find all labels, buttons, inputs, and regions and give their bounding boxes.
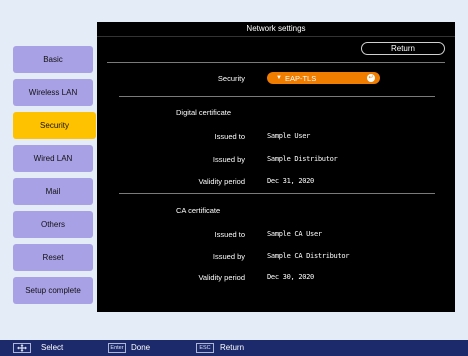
return-button-label: Return — [390, 44, 415, 53]
esc-key-icon: ESC — [196, 343, 214, 353]
validity-period-label: Validity period — [198, 177, 245, 186]
done-hint-label: Done — [131, 343, 151, 352]
sidebar-item-others[interactable]: Others — [13, 211, 93, 238]
bottom-help-bar: Select Enter Done ESC Return — [0, 340, 468, 356]
issued-by-label: Issued by — [212, 155, 245, 164]
network-settings-panel: Network settings Return Security ▼ EAP-T… — [97, 22, 455, 312]
sidebar-item-label: Wired LAN — [33, 154, 73, 163]
ca-validity-period-value: Dec 30, 2020 — [267, 273, 314, 281]
security-label: Security — [217, 74, 245, 83]
panel-title: Network settings — [246, 24, 306, 33]
enter-circle-icon: ↵ — [367, 74, 375, 82]
sidebar-item-label: Wireless LAN — [28, 88, 78, 97]
sidebar-item-label: Others — [40, 220, 65, 229]
validity-period-value: Dec 31, 2020 — [267, 177, 314, 185]
return-hint-label: Return — [220, 343, 245, 352]
projector-menu-screen: Basic Wireless LAN Security Wired LAN Ma… — [0, 0, 468, 356]
four-way-arrow-glyph — [17, 344, 27, 352]
sidebar-item-wireless-lan[interactable]: Wireless LAN — [13, 79, 93, 106]
sidebar-item-wired-lan[interactable]: Wired LAN — [13, 145, 93, 172]
select-hint-label: Select — [41, 343, 64, 352]
sidebar-item-label: Mail — [45, 187, 61, 196]
issued-by-value: Sample Distributor — [267, 155, 338, 163]
ca-certificate-heading: CA certificate — [176, 206, 221, 215]
title-divider — [97, 36, 455, 37]
sidebar-item-label: Security — [40, 121, 69, 130]
triangle-down-icon: ▼ — [276, 75, 282, 81]
four-way-arrow-icon — [13, 343, 31, 353]
sidebar-item-label: Setup complete — [25, 286, 81, 295]
ca-issued-to-label: Issued to — [214, 230, 245, 239]
issued-to-value: Sample User — [267, 132, 311, 140]
divider — [107, 62, 445, 63]
security-select[interactable]: ▼ EAP-TLS ↵ — [267, 72, 380, 84]
digital-certificate-heading: Digital certificate — [176, 108, 232, 117]
ca-validity-period-label: Validity period — [198, 273, 245, 282]
return-button[interactable]: Return — [361, 42, 445, 55]
sidebar-item-label: Reset — [42, 253, 64, 262]
sidebar-item-label: Basic — [43, 55, 63, 64]
sidebar-item-mail[interactable]: Mail — [13, 178, 93, 205]
divider — [119, 193, 435, 194]
issued-to-label: Issued to — [214, 132, 245, 141]
sidebar-item-reset[interactable]: Reset — [13, 244, 93, 271]
ca-issued-by-value: Sample CA Distributor — [267, 252, 350, 260]
sidebar-item-setup-complete[interactable]: Setup complete — [13, 277, 93, 304]
divider — [119, 96, 435, 97]
sidebar-item-basic[interactable]: Basic — [13, 46, 93, 73]
security-value: EAP-TLS — [284, 73, 317, 83]
ca-issued-to-value: Sample CA User — [267, 230, 322, 238]
enter-key-icon: Enter — [108, 343, 126, 353]
sidebar-item-security[interactable]: Security — [13, 112, 96, 139]
ca-issued-by-label: Issued by — [212, 252, 245, 261]
